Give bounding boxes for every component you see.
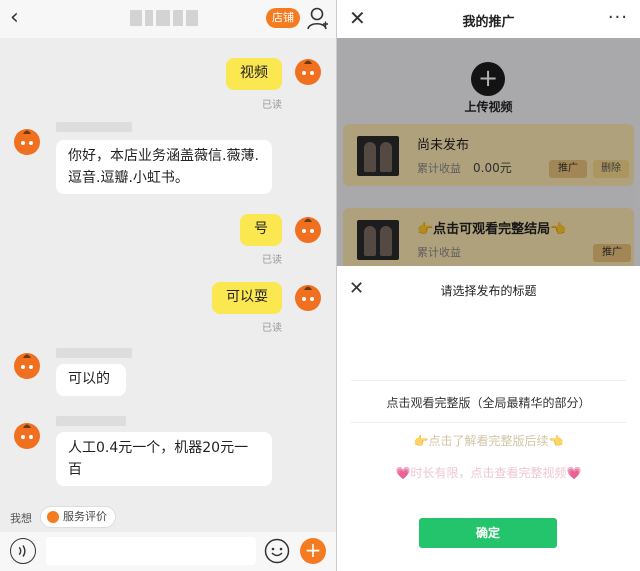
- sheet-title: 请选择发布的标题: [440, 284, 537, 298]
- message-bubble-incoming[interactable]: 可以的: [56, 364, 126, 396]
- title-option[interactable]: 点击观看完整版（全局最精华的部分）: [337, 394, 640, 411]
- promotion-header: ✕ 我的推广 ···: [337, 0, 640, 38]
- more-icon[interactable]: ···: [608, 7, 628, 28]
- divider: [351, 422, 626, 423]
- my-avatar: [295, 217, 321, 243]
- my-avatar: [295, 285, 321, 311]
- page-title: 我的推广: [462, 15, 515, 30]
- my-avatar: [295, 59, 321, 85]
- seller-avatar: [14, 423, 40, 449]
- chat-header: ‹ 店铺: [0, 0, 336, 38]
- message-bubble-incoming[interactable]: 人工0.4元一个，机器20元一百: [56, 432, 272, 486]
- divider: [351, 380, 626, 381]
- message-bubble-incoming[interactable]: 你好，本店业务涵盖薇信.薇薄.逗音.逗瓣.小虹书。: [56, 140, 272, 194]
- shop-button[interactable]: 店铺: [266, 8, 300, 28]
- read-status: 已读: [262, 255, 282, 266]
- title-picker-sheet: ✕ 请选择发布的标题 点击观看完整版（全局最精华的部分） 👉点击了解看完整版后续…: [337, 266, 640, 571]
- quick-actions: 我想 服务评价: [0, 502, 336, 532]
- emoji-icon[interactable]: [264, 538, 290, 564]
- seller-avatar: [14, 129, 40, 155]
- service-rating-button[interactable]: 服务评价: [40, 506, 116, 528]
- seller-avatar: [14, 353, 40, 379]
- message-bubble-outgoing[interactable]: 号: [240, 214, 282, 246]
- person-icon[interactable]: [307, 7, 329, 31]
- message-bubble-outgoing[interactable]: 可以耍: [212, 282, 282, 314]
- plus-icon[interactable]: +: [300, 538, 326, 564]
- title-option[interactable]: 👉点击了解看完整版后续👈: [337, 432, 640, 449]
- read-status: 已读: [262, 323, 282, 334]
- read-status: 已读: [262, 100, 282, 111]
- back-icon[interactable]: ‹: [10, 5, 19, 31]
- quick-prefix: 我想: [10, 512, 32, 525]
- promotion-pane: ✕ 我的推广 ··· + 上传视频 尚未发布 累计收益 0.00元 推广 删除 …: [337, 0, 640, 571]
- message-input[interactable]: [46, 537, 256, 565]
- confirm-button[interactable]: 确定: [419, 518, 557, 548]
- message-input-bar: +: [0, 532, 336, 571]
- message-bubble-outgoing[interactable]: 视频: [226, 58, 282, 90]
- voice-icon[interactable]: [10, 538, 36, 564]
- contact-name-blurred: [130, 10, 210, 30]
- sender-name-blurred: [56, 416, 126, 426]
- title-option[interactable]: 💗时长有限，点击查看完整视频💗: [337, 464, 640, 481]
- rating-icon: [47, 511, 59, 523]
- chat-pane: ‹ 店铺 视频 已读 你好，本店业务涵盖薇信.薇薄.逗音.逗瓣.小虹书。 号 已…: [0, 0, 336, 571]
- sender-name-blurred: [56, 348, 132, 358]
- sender-name-blurred: [56, 122, 132, 132]
